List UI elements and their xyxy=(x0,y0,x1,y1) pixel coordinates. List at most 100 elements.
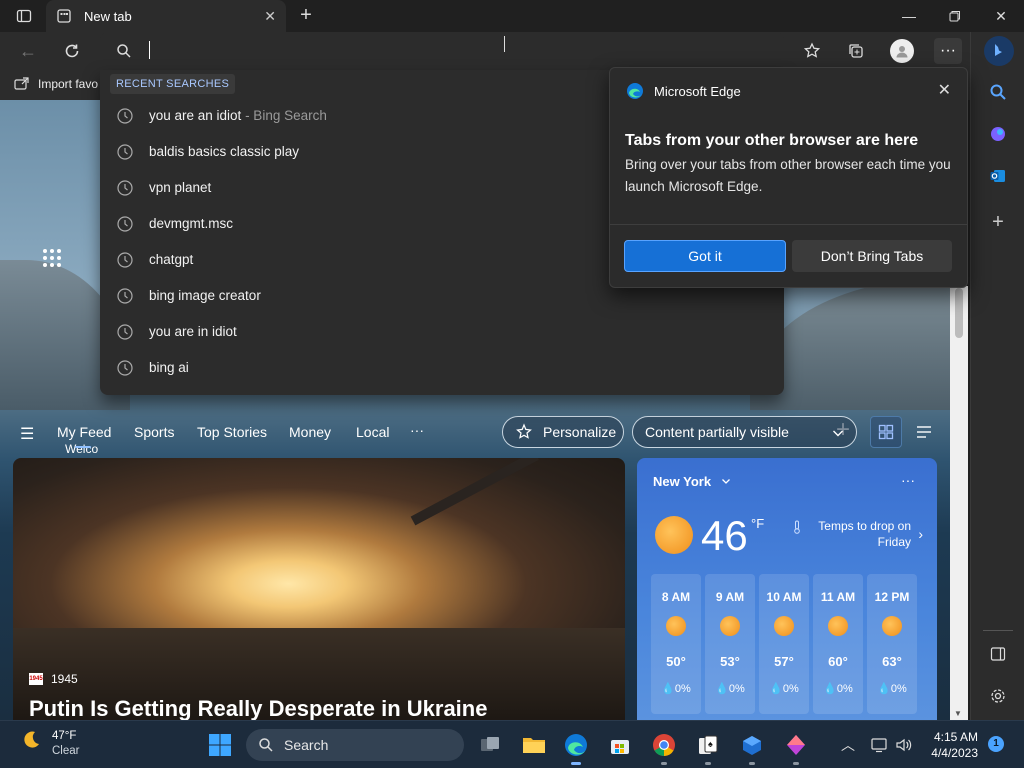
weather-card[interactable]: New York ··· 46 °F Temps to drop on Frid… xyxy=(637,458,937,720)
new-tab-button[interactable]: + xyxy=(294,4,318,28)
browser-tab[interactable]: New tab ✕ xyxy=(46,0,286,32)
grid-view-icon[interactable] xyxy=(870,416,902,448)
sunny-icon xyxy=(828,616,848,636)
start-icon[interactable] xyxy=(206,731,234,759)
suggestion-item[interactable]: you are in idiot xyxy=(100,314,784,350)
solitaire-icon[interactable]: ♠ xyxy=(694,731,722,765)
thermometer-icon xyxy=(794,520,800,534)
import-favorites-link[interactable]: Import favo xyxy=(14,77,98,91)
history-icon xyxy=(117,324,133,340)
popup-brand-label: Microsoft Edge xyxy=(654,83,741,99)
chevron-right-icon[interactable]: › xyxy=(918,526,923,542)
tab-my-feed[interactable]: My Feed xyxy=(57,424,111,448)
clipchamp-icon[interactable] xyxy=(782,731,810,765)
weather-city: New York xyxy=(653,474,712,489)
hour-time: 8 AM xyxy=(661,590,691,604)
restore-icon[interactable] xyxy=(932,0,978,32)
close-window-icon[interactable]: ✕ xyxy=(978,0,1024,32)
dont-bring-tabs-button[interactable]: Don’t Bring Tabs xyxy=(792,240,952,272)
hourly-forecast: 8 AM 50° 💧0% 9 AM 53° 💧0% 10 AM 57° 💧0% 11 AM 6… xyxy=(651,574,917,714)
list-view-icon[interactable] xyxy=(908,416,940,448)
hour-precip: 💧0% xyxy=(715,683,745,695)
favorites-star-icon[interactable] xyxy=(798,38,826,64)
popup-close-icon[interactable]: ✕ xyxy=(938,80,951,100)
news-headline[interactable]: Putin Is Getting Really Desperate in Ukr… xyxy=(29,696,487,720)
more-options-icon[interactable]: ··· xyxy=(934,38,962,64)
weather-alert[interactable]: Temps to drop on Friday xyxy=(791,518,911,550)
show-hidden-icons-chevron-icon[interactable]: ︿ xyxy=(834,731,862,759)
hour-item[interactable]: 12 PM 63° 💧0% xyxy=(867,574,917,714)
volume-icon[interactable] xyxy=(890,731,918,759)
chrome-icon[interactable] xyxy=(650,731,678,765)
hour-item[interactable]: 9 AM 53° 💧0% xyxy=(705,574,755,714)
source-name: 1945 xyxy=(51,672,78,686)
history-icon xyxy=(117,180,133,196)
hour-temp: 53° xyxy=(720,654,740,669)
task-view-icon[interactable] xyxy=(476,731,504,759)
clock-time: 4:15 AM xyxy=(933,730,978,744)
sunny-icon xyxy=(720,616,740,636)
copilot-icon[interactable] xyxy=(984,120,1012,148)
sidebar-search-icon[interactable] xyxy=(984,78,1012,106)
search-icon xyxy=(117,44,131,58)
bing-chat-icon[interactable] xyxy=(984,36,1014,66)
profile-avatar[interactable] xyxy=(888,38,916,64)
outlook-icon[interactable] xyxy=(984,162,1012,190)
content-visibility-dropdown[interactable]: Content partially visible xyxy=(632,416,857,448)
page-scrollbar[interactable]: ▼ xyxy=(950,286,968,720)
taskbar-search[interactable]: Search xyxy=(246,729,464,761)
3d-app-icon[interactable] xyxy=(738,731,766,765)
sunny-icon xyxy=(655,516,693,554)
current-temp: 46 xyxy=(701,512,748,559)
tab-local[interactable]: Local xyxy=(356,424,389,440)
text-caret xyxy=(149,41,150,59)
hour-time: 10 AM xyxy=(766,590,802,604)
suggestion-item[interactable]: bing ai xyxy=(100,350,784,386)
edge-taskbar-icon[interactable] xyxy=(562,731,590,765)
hide-sidebar-icon[interactable] xyxy=(984,640,1012,668)
hour-item[interactable]: 10 AM 57° 💧0% xyxy=(759,574,809,714)
scrollbar-thumb[interactable] xyxy=(955,288,963,338)
recent-searches-header: RECENT SEARCHES xyxy=(110,74,236,94)
taskbar-weather[interactable]: 47°F Clear xyxy=(20,729,79,759)
news-image-artillery xyxy=(410,458,539,526)
minimize-icon[interactable]: — xyxy=(886,0,932,32)
address-bar[interactable] xyxy=(100,32,784,70)
clock-date: 4/4/2023 xyxy=(931,746,978,760)
personalize-label: Personalize xyxy=(543,424,617,440)
tab-title: New tab xyxy=(84,8,132,24)
history-icon xyxy=(117,288,133,304)
tab-sports[interactable]: Sports xyxy=(134,424,174,440)
feed-menu-icon[interactable]: ☰ xyxy=(20,424,34,444)
moon-icon xyxy=(24,731,39,748)
sunny-icon xyxy=(666,616,686,636)
microsoft-store-icon[interactable] xyxy=(606,731,634,759)
taskbar-clock[interactable]: 4:15 AM 4/4/2023 xyxy=(926,729,978,761)
collections-icon[interactable] xyxy=(842,38,870,64)
weather-location[interactable]: New York xyxy=(653,474,731,489)
edge-logo-icon xyxy=(627,83,643,99)
feed-more-icon[interactable]: ··· xyxy=(410,422,424,438)
tab-top-stories[interactable]: Top Stories xyxy=(197,424,267,440)
refresh-icon[interactable] xyxy=(58,38,86,64)
hour-item[interactable]: 11 AM 60° 💧0% xyxy=(813,574,863,714)
sidebar-settings-icon[interactable] xyxy=(984,682,1012,710)
scroll-down-arrow-icon[interactable]: ▼ xyxy=(954,709,962,718)
notification-badge[interactable]: 1 xyxy=(988,736,1004,752)
hour-time: 9 AM xyxy=(715,590,745,604)
weather-more-icon[interactable]: ··· xyxy=(901,472,915,488)
personalize-button[interactable]: Personalize xyxy=(502,416,624,448)
app-launcher-icon[interactable] xyxy=(42,248,62,274)
tab-actions-icon[interactable] xyxy=(10,6,38,26)
hour-item[interactable]: 8 AM 50° 💧0% xyxy=(651,574,701,714)
back-icon[interactable]: ← xyxy=(14,38,42,64)
edge-sidebar: + xyxy=(970,32,1024,720)
add-sidebar-app-icon[interactable]: + xyxy=(984,208,1012,236)
tab-close-icon[interactable]: ✕ xyxy=(264,8,276,25)
content-visibility-label: Content partially visible xyxy=(645,424,789,440)
got-it-button[interactable]: Got it xyxy=(624,240,786,272)
news-card[interactable]: 1945 1945 Putin Is Getting Really Desper… xyxy=(13,458,625,720)
tab-money[interactable]: Money xyxy=(289,424,331,440)
sunny-icon xyxy=(882,616,902,636)
file-explorer-icon[interactable] xyxy=(520,731,548,759)
